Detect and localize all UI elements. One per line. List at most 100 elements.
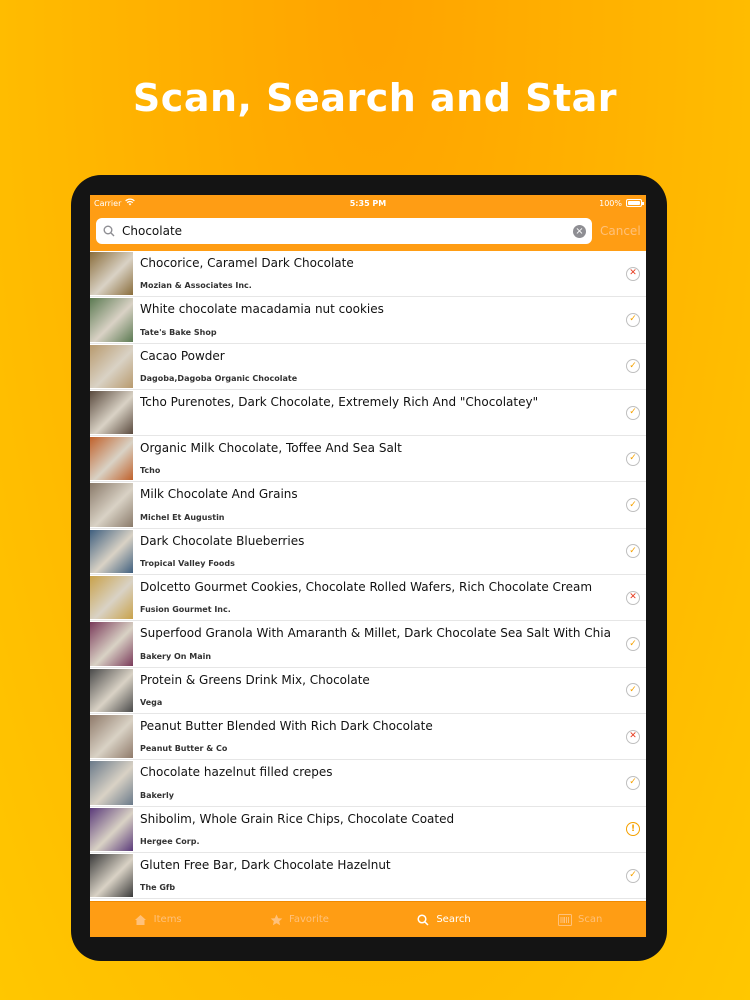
search-icon xyxy=(102,224,116,238)
product-title: Tcho Purenotes, Dark Chocolate, Extremel… xyxy=(140,394,539,409)
product-title: Cacao Powder xyxy=(140,348,225,363)
product-thumbnail xyxy=(90,853,133,898)
product-title: Dolcetto Gourmet Cookies, Chocolate Roll… xyxy=(140,580,593,595)
battery-icon xyxy=(626,199,644,207)
result-row[interactable]: Protein & Greens Drink Mix, Chocolate Veg… xyxy=(90,668,646,714)
product-title: Chocolate hazelnut filled crepes xyxy=(140,765,333,780)
product-thumbnail xyxy=(90,576,133,620)
search-input[interactable] xyxy=(122,224,567,238)
tab-label: Scan xyxy=(578,914,603,925)
product-title: Shibolim, Whole Grain Rice Chips, Chocol… xyxy=(140,811,455,826)
product-title: Superfood Granola With Amaranth & Millet… xyxy=(140,626,611,641)
check-badge-icon: ✓ xyxy=(626,359,640,374)
tab-scan[interactable]: Scan xyxy=(558,913,603,926)
product-thumbnail xyxy=(90,344,133,388)
result-text: Shibolim, Whole Grain Rice Chips, Chocol… xyxy=(140,807,626,852)
check-badge-icon: ✓ xyxy=(626,498,640,513)
result-text: Dolcetto Gourmet Cookies, Chocolate Roll… xyxy=(140,575,626,620)
result-row[interactable]: Milk Chocolate And Grains Michel Et Augus… xyxy=(90,482,646,529)
tab-label: Search xyxy=(436,914,471,925)
product-title: Peanut Butter Blended With Rich Dark Cho… xyxy=(140,718,433,733)
product-brand: Tropical Valley Foods xyxy=(140,559,235,569)
result-row[interactable]: Chocolate hazelnut filled crepes Bakerly ✓ xyxy=(90,760,646,807)
product-title: Gluten Free Bar, Dark Chocolate Hazelnut xyxy=(140,857,391,872)
result-text: Chocolate hazelnut filled crepes Bakerly xyxy=(140,760,626,805)
results-list[interactable]: Chocorice, Caramel Dark Chocolate Mozian … xyxy=(90,251,646,899)
check-badge-icon: ✓ xyxy=(626,405,640,420)
check-badge-icon: ✓ xyxy=(626,312,640,327)
search-bar: × Cancel xyxy=(90,211,646,251)
product-title: White chocolate macadamia nut cookies xyxy=(140,302,384,317)
product-title: Dark Chocolate Blueberries xyxy=(140,533,305,548)
x-badge-icon: ✕ xyxy=(626,729,640,744)
product-brand: Mozian & Associates Inc. xyxy=(140,281,252,291)
check-badge-icon: ✓ xyxy=(626,544,640,559)
result-row[interactable]: Shibolim, Whole Grain Rice Chips, Chocol… xyxy=(90,807,646,853)
tab-favorite[interactable]: Favorite xyxy=(269,914,329,926)
result-text: Peanut Butter Blended With Rich Dark Cho… xyxy=(140,714,626,759)
status-bar: Carrier 5:35 PM 100% xyxy=(90,195,646,211)
clear-search-button[interactable]: × xyxy=(573,224,586,238)
check-badge-icon: ✓ xyxy=(626,451,640,466)
result-row[interactable]: Chocorice, Caramel Dark Chocolate Mozian … xyxy=(90,251,646,298)
product-thumbnail xyxy=(90,714,133,759)
result-row[interactable]: Tcho Purenotes, Dark Chocolate, Extremel… xyxy=(90,390,646,437)
product-brand: Tate's Bake Shop xyxy=(140,327,217,337)
app-screen: Carrier 5:35 PM 100% × Cancel Chocorice, xyxy=(90,195,646,937)
product-brand: Hergee Corp. xyxy=(140,836,200,846)
search-icon xyxy=(416,913,430,926)
product-title: Milk Chocolate And Grains xyxy=(140,487,298,502)
result-text: Protein & Greens Drink Mix, Chocolate Veg… xyxy=(140,668,626,713)
result-row[interactable]: White chocolate macadamia nut cookies Tat… xyxy=(90,297,646,344)
check-badge-icon: ✓ xyxy=(626,868,640,883)
result-text: Cacao Powder Dagoba,Dagoba Organic Chocol… xyxy=(140,344,626,389)
battery-percent: 100% xyxy=(599,198,622,208)
status-time: 5:35 PM xyxy=(349,198,387,208)
tab-label: Items xyxy=(153,914,182,925)
result-row[interactable]: Peanut Butter Blended With Rich Dark Cho… xyxy=(90,714,646,761)
result-text: Chocorice, Caramel Dark Chocolate Mozian … xyxy=(140,251,626,296)
result-row[interactable]: Superfood Granola With Amaranth & Millet… xyxy=(90,621,646,668)
product-brand: Dagoba,Dagoba Organic Chocolate xyxy=(140,373,298,383)
result-text: White chocolate macadamia nut cookies Tat… xyxy=(140,297,626,342)
check-badge-icon: ✓ xyxy=(626,775,640,790)
product-brand: The Gfb xyxy=(140,883,176,893)
product-thumbnail xyxy=(90,807,133,851)
product-brand: Peanut Butter & Co xyxy=(140,744,228,754)
x-badge-icon: ✕ xyxy=(626,266,640,281)
status-right: 100% xyxy=(599,198,644,208)
tab-items[interactable]: Items xyxy=(134,914,182,926)
cancel-button[interactable]: Cancel xyxy=(600,224,641,238)
x-badge-icon: ✕ xyxy=(626,590,640,605)
star-icon xyxy=(269,914,283,926)
home-icon xyxy=(134,914,148,926)
result-row[interactable]: Dolcetto Gourmet Cookies, Chocolate Roll… xyxy=(90,575,646,622)
search-field[interactable]: × xyxy=(96,218,592,244)
headline: Scan, Search and Star xyxy=(132,76,618,120)
check-badge-icon: ✓ xyxy=(626,683,640,698)
tab-label: Favorite xyxy=(289,914,329,925)
result-text: Gluten Free Bar, Dark Chocolate Hazelnut… xyxy=(140,853,626,898)
product-title: Organic Milk Chocolate, Toffee And Sea S… xyxy=(140,441,402,456)
warning-badge-icon: ! xyxy=(626,822,640,837)
product-thumbnail xyxy=(90,529,133,574)
barcode-icon xyxy=(558,913,573,926)
product-thumbnail xyxy=(90,483,133,527)
product-thumbnail xyxy=(90,622,133,666)
product-brand: Bakerly xyxy=(140,790,174,800)
result-row[interactable]: Organic Milk Chocolate, Toffee And Sea S… xyxy=(90,436,646,483)
result-row[interactable]: Cacao Powder Dagoba,Dagoba Organic Chocol… xyxy=(90,344,646,390)
product-thumbnail xyxy=(90,668,133,712)
product-brand: Michel Et Augustin xyxy=(140,512,225,522)
result-row[interactable]: Dark Chocolate Blueberries Tropical Valle… xyxy=(90,529,646,576)
product-thumbnail xyxy=(90,298,133,342)
check-badge-icon: ✓ xyxy=(626,637,640,652)
status-left: Carrier xyxy=(94,198,136,208)
tab-search[interactable]: Search xyxy=(416,913,471,926)
result-text: Milk Chocolate And Grains Michel Et Augus… xyxy=(140,482,626,527)
result-text: Tcho Purenotes, Dark Chocolate, Extremel… xyxy=(140,390,626,435)
product-brand: Fusion Gourmet Inc. xyxy=(140,605,231,615)
result-text: Organic Milk Chocolate, Toffee And Sea S… xyxy=(140,436,626,481)
product-brand: Vega xyxy=(140,697,163,707)
result-row[interactable]: Gluten Free Bar, Dark Chocolate Hazelnut… xyxy=(90,853,646,899)
